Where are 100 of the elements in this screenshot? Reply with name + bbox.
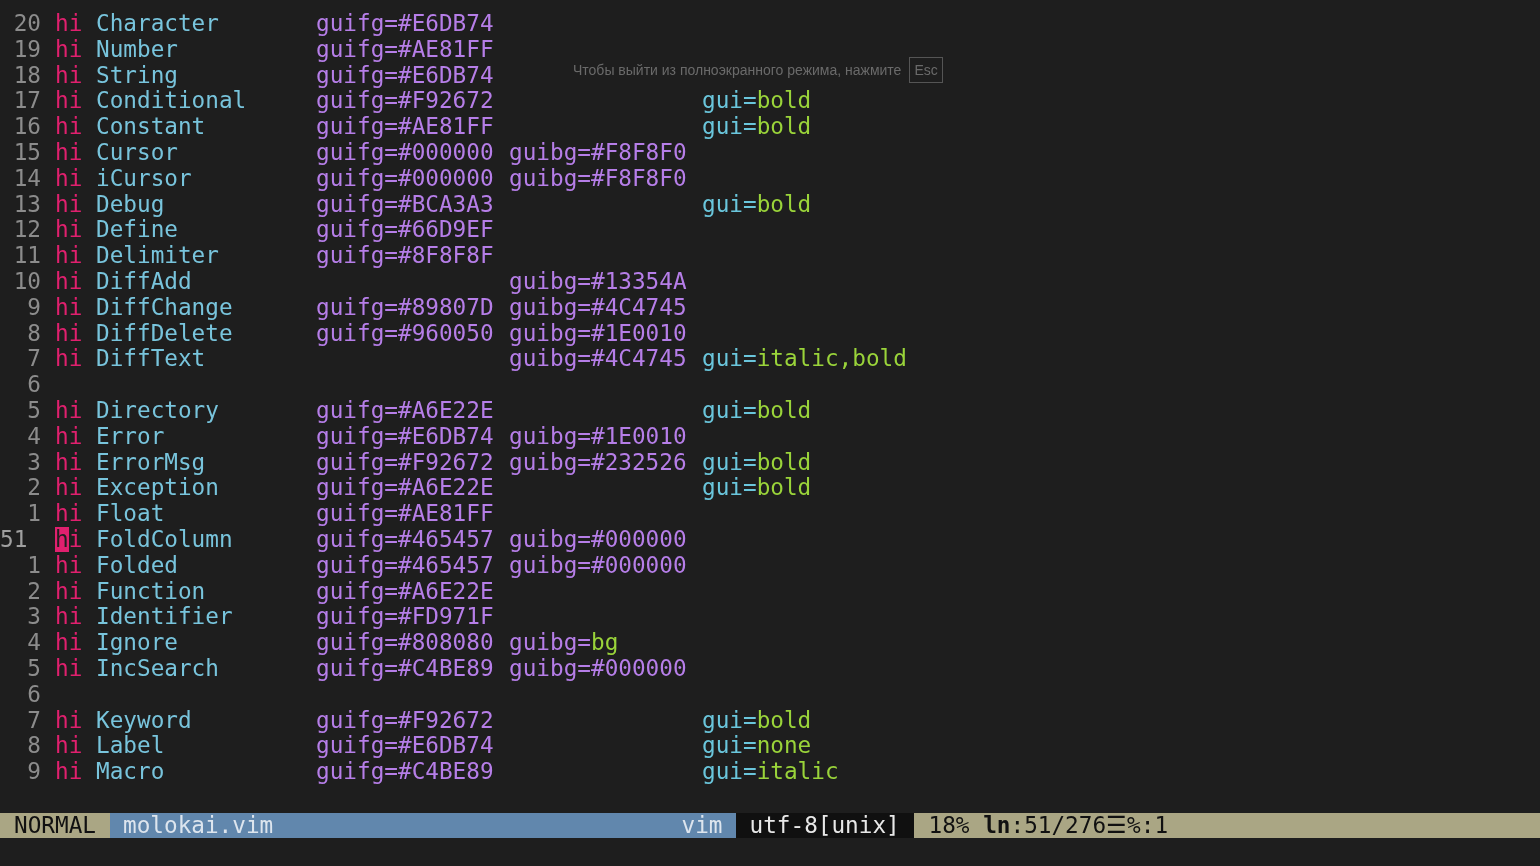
highlight-group: Label [96,733,165,759]
attribute-name: guifg= [316,501,398,527]
line-number: 12 [12,217,41,244]
keyword: hi [55,268,83,295]
keyword: hi [55,449,83,476]
attribute-name: guifg= [316,62,398,89]
line-number: 11 [12,243,41,269]
highlight-group: DiffChange [96,294,233,320]
attribute-value: bold [756,475,812,502]
attribute-value: #465457 [397,552,494,579]
attribute-name: gui= [702,397,757,424]
attribute-name: guifg= [316,475,398,502]
highlight-group: ErrorMsg [96,449,206,475]
attribute-name: guifg= [316,88,398,115]
line-number: 4 [26,423,41,450]
attribute-value: #13354A [590,268,687,295]
keyword: hi [55,243,83,269]
attribute-name: guifg= [316,191,398,218]
attribute-name: guifg= [316,604,398,631]
attribute-name: guifg= [316,655,398,682]
attribute-name: guifg= [316,36,398,63]
attribute-name: guibg= [509,165,591,192]
keyword: hi [55,578,83,605]
line-label: ln [983,813,1011,838]
line-number: 1 [26,552,41,579]
attribute-name: guifg= [316,114,398,140]
line-number: 5 [26,655,41,682]
attribute-value: #66D9EF [397,217,494,244]
esc-key: Esc [909,57,943,83]
attribute-name: gui= [702,346,757,373]
attribute-value: #A6E22E [397,397,494,424]
attribute-value: bold [756,88,812,115]
attribute-value: #1E0010 [590,320,687,347]
attribute-value: bold [756,449,812,476]
line-number: 19 [12,36,41,63]
attribute-name: guifg= [316,552,398,579]
attribute-value: bg [590,630,619,656]
attribute-name: guifg= [316,320,398,347]
attribute-value: #E6DB74 [397,733,494,760]
column-icon: ☰ [1106,813,1128,838]
attribute-value: #89807D [397,294,494,321]
keyword: hi [55,501,83,527]
highlight-group: Keyword [96,707,192,733]
highlight-group: Identifier [96,604,233,630]
attribute-name: guibg= [509,320,591,347]
line-number: 16 [12,114,41,140]
attribute-name: gui= [702,449,757,476]
attribute-name: guifg= [316,526,398,553]
line-number: 6 [26,372,41,398]
line-number: 14 [12,165,41,192]
keyword: hi [55,36,83,63]
attribute-value: #808080 [397,630,494,656]
line-number: 9 [26,294,41,321]
line-number: 15 [12,140,41,166]
attribute-value: #4C4745 [590,294,687,321]
keyword: hi [55,630,83,656]
attribute-name: gui= [702,114,757,140]
line-number: 9 [26,759,41,785]
highlight-group: DiffAdd [96,268,192,294]
highlight-group: Exception [96,475,219,501]
line-number: 51 [0,526,29,553]
attribute-name: guibg= [509,526,591,553]
attribute-value: #1E0010 [590,423,687,450]
line-number: 3 [26,449,41,476]
attribute-name: guifg= [316,294,398,321]
attribute-value: #F92672 [397,449,494,476]
attribute-value: #C4BE89 [397,759,494,785]
keyword: hi [55,397,83,424]
attribute-value: #000000 [397,140,494,166]
line-number: 8 [26,733,41,760]
attribute-value: #8F8F8F [397,243,494,269]
attribute-name: gui= [702,707,757,734]
line-number: 7 [26,707,41,734]
keyword: hi [55,707,83,734]
attribute-name: gui= [702,191,757,218]
attribute-value: #F92672 [397,707,494,734]
keyword: hi [55,114,83,140]
highlight-group: Ignore [96,630,178,656]
attribute-value: italic,bold [756,346,907,373]
percent: 18% [928,813,971,838]
line-number: 7 [26,346,41,373]
line-number: 6 [26,681,41,708]
attribute-name: guifg= [316,733,398,760]
attribute-name: guibg= [509,655,591,682]
attribute-value: bold [756,114,812,140]
line-number: 17 [12,88,41,115]
fullscreen-notice: Чтобы выйти из полноэкранного режима, нажмите [573,62,902,78]
highlight-group: Character [96,11,219,36]
keyword: hi [55,217,83,244]
attribute-name: guifg= [316,449,398,476]
highlight-group: Directory [96,397,219,423]
attribute-name: gui= [702,733,757,760]
attribute-name: guifg= [316,759,398,785]
attribute-name: guifg= [316,707,398,734]
highlight-group: Number [96,36,178,62]
attribute-name: guifg= [316,165,398,192]
keyword: hi [55,191,83,218]
attribute-value: #A6E22E [397,578,494,605]
highlight-group: Delimiter [96,243,219,269]
keyword: hi [55,294,83,321]
